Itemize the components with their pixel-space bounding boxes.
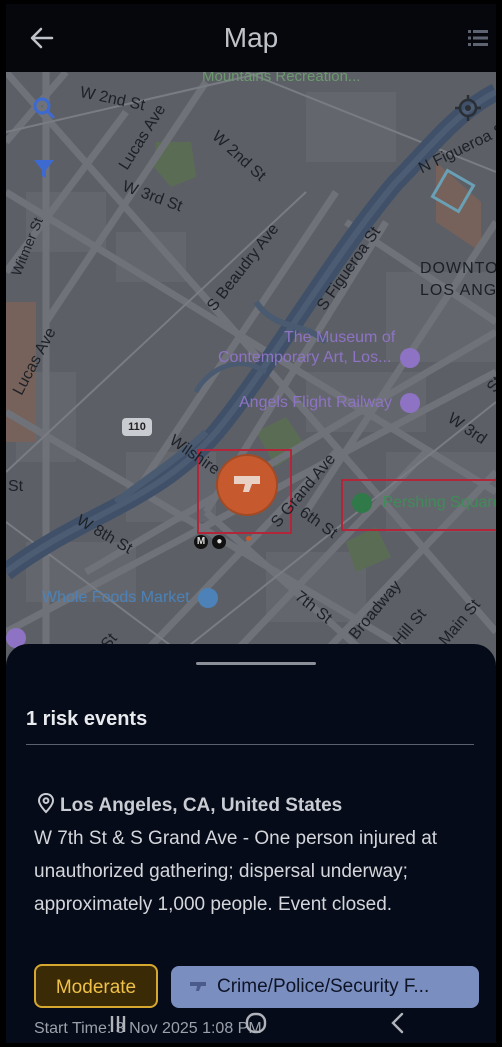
recent-apps-icon[interactable] xyxy=(98,1010,138,1040)
search-icon xyxy=(33,97,55,119)
category-chip[interactable]: Crime/Police/Security F... xyxy=(171,966,479,1008)
system-back-icon[interactable] xyxy=(378,1010,418,1040)
system-navigation-bar xyxy=(6,1010,496,1043)
metro-station[interactable]: M ● xyxy=(194,531,227,549)
my-location-button[interactable] xyxy=(450,90,486,126)
poi-pershing-square[interactable]: Pershing Square xyxy=(352,493,496,513)
top-app-bar: Map xyxy=(6,4,496,72)
museum-pin-icon xyxy=(399,348,420,368)
metro-icon: M xyxy=(194,535,208,549)
list-menu-icon[interactable] xyxy=(468,28,488,48)
shopping-cart-pin-icon xyxy=(198,588,219,608)
map-view[interactable]: Mountains Recreation... DOWNTO LOS ANG W… xyxy=(6,68,496,672)
divider xyxy=(26,744,474,745)
handgun-icon xyxy=(190,982,206,991)
risk-event-marker[interactable] xyxy=(218,456,276,514)
app-screen: Map Mountains Recreation... DOWNTO LOS A… xyxy=(6,4,496,1043)
home-icon[interactable] xyxy=(236,1010,276,1040)
poi-wholefoods-label: Whole Foods Market xyxy=(42,589,190,607)
severity-badge[interactable]: Moderate xyxy=(34,964,158,1008)
poi-angels-flight[interactable]: Angels Flight Railway xyxy=(239,393,421,413)
transit-pin-icon xyxy=(400,393,421,413)
filter-map-button[interactable] xyxy=(26,150,62,186)
locate-crosshair-icon xyxy=(455,95,481,121)
poi-museum-line2[interactable]: Contemporary Art, Los... xyxy=(218,348,420,368)
filter-funnel-icon xyxy=(34,160,54,178)
poi-museum[interactable]: The Museum of xyxy=(284,328,395,348)
metro-line-icon: ● xyxy=(212,535,227,549)
sheet-drag-handle[interactable] xyxy=(196,662,316,665)
poi-angels-label: Angels Flight Railway xyxy=(239,394,392,412)
category-label: Crime/Police/Security F... xyxy=(217,976,430,997)
event-location: Los Angeles, CA, United States xyxy=(36,792,342,817)
street-label: St xyxy=(8,478,24,495)
highway-110-shield: 110 xyxy=(122,418,152,436)
marker-anchor-dot xyxy=(246,536,251,541)
risk-events-sheet[interactable]: 1 risk events Los Angeles, CA, United St… xyxy=(6,644,496,1043)
park-pin-icon xyxy=(352,493,372,513)
handgun-icon xyxy=(234,476,260,492)
risk-event-count: 1 risk events xyxy=(26,708,148,730)
event-description: W 7th St & S Grand Ave - One person inju… xyxy=(34,828,438,915)
poi-pershing-label: Pershing Square xyxy=(382,494,496,512)
downtown-label: DOWNTO LOS ANG xyxy=(420,260,496,299)
page-title: Map xyxy=(223,22,279,53)
poi-museum-label-1: The Museum of xyxy=(284,329,396,346)
poi-museum-label-2: Contemporary Art, Los... xyxy=(218,349,392,367)
poi-whole-foods[interactable]: Whole Foods Market xyxy=(42,588,219,608)
search-map-button[interactable] xyxy=(26,90,62,126)
location-pin-icon xyxy=(37,792,55,814)
event-location-text: Los Angeles, CA, United States xyxy=(60,795,343,816)
